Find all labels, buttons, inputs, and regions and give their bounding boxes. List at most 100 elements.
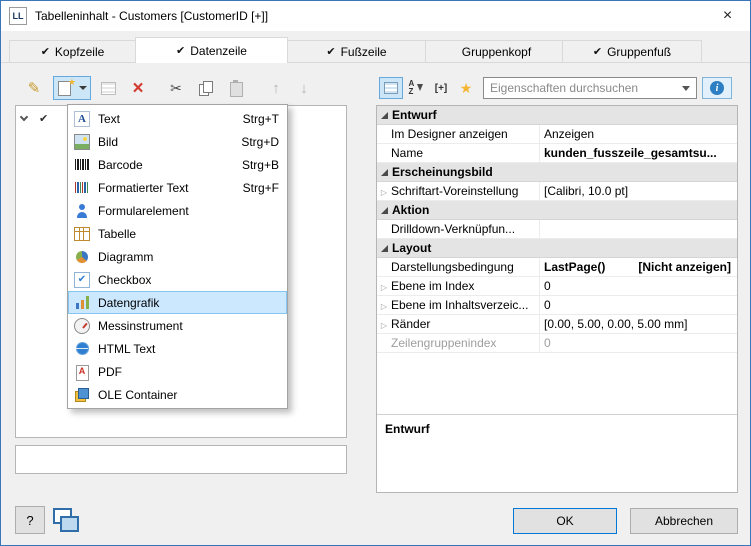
property-row-im-designer-anzeigen[interactable]: Im Designer anzeigen Anzeigen bbox=[377, 125, 737, 144]
dropdown-caret-icon[interactable] bbox=[682, 86, 690, 91]
menu-item-html-text[interactable]: HTML Text bbox=[68, 337, 287, 360]
tab-label: Kopfzeile bbox=[55, 45, 104, 59]
arrow-down-icon bbox=[300, 80, 308, 97]
category-label: Aktion bbox=[392, 203, 429, 217]
info-button[interactable] bbox=[702, 77, 732, 99]
property-value[interactable]: kunden_fusszeile_gesamtsu... bbox=[540, 144, 737, 162]
ok-button[interactable]: OK bbox=[513, 508, 617, 534]
property-value[interactable]: [0.00, 5.00, 0.00, 5.00 mm] bbox=[540, 315, 737, 333]
expand-arrow-icon[interactable] bbox=[377, 317, 391, 331]
expression-brackets-icon bbox=[435, 83, 448, 94]
view-categorized-button[interactable] bbox=[379, 77, 403, 99]
scissors-icon bbox=[170, 80, 182, 97]
tab-kopfzeile[interactable]: ✔ Kopfzeile bbox=[9, 40, 136, 62]
property-row-name[interactable]: Name kunden_fusszeile_gesamtsu... bbox=[377, 144, 737, 163]
data-graphic-icon bbox=[74, 295, 90, 311]
delete-x-icon bbox=[132, 79, 143, 98]
categorized-list-icon bbox=[384, 82, 398, 94]
help-button[interactable]: ? bbox=[15, 506, 45, 534]
delete-button[interactable] bbox=[125, 76, 151, 100]
property-value[interactable]: 0 bbox=[540, 296, 737, 314]
checkmark-icon: ✔ bbox=[176, 44, 185, 57]
property-row-drilldown-verknuepfung[interactable]: Drilldown-Verknüpfun... bbox=[377, 220, 737, 239]
property-search bbox=[483, 77, 697, 99]
property-row-ebene-im-index[interactable]: Ebene im Index 0 bbox=[377, 277, 737, 296]
sort-az-button[interactable] bbox=[404, 77, 428, 99]
expression-button[interactable] bbox=[429, 77, 453, 99]
menu-item-barcode[interactable]: Barcode Strg+B bbox=[68, 153, 287, 176]
formatted-text-icon bbox=[74, 180, 90, 196]
app-logo-icon: LL bbox=[9, 7, 27, 25]
cancel-button[interactable]: Abbrechen bbox=[630, 508, 738, 534]
menu-item-datengrafik[interactable]: Datengrafik bbox=[68, 291, 287, 314]
category-label: Layout bbox=[392, 241, 431, 255]
property-name: Ebene im Index bbox=[377, 277, 540, 295]
category-collapse-icon bbox=[381, 207, 388, 214]
property-row-schriftart-voreinstellung[interactable]: Schriftart-Voreinstellung [Calibri, 10.0… bbox=[377, 182, 737, 201]
window-layers-icon[interactable] bbox=[53, 508, 79, 532]
edit-contents-button[interactable] bbox=[95, 76, 121, 100]
checkmark-icon: ✔ bbox=[41, 45, 50, 58]
line-checkmark-icon[interactable] bbox=[39, 111, 48, 125]
property-category-layout[interactable]: Layout bbox=[377, 239, 737, 258]
title-bar: LL Tabelleninhalt - Customers [CustomerI… bbox=[1, 1, 750, 31]
menu-item-ole-container[interactable]: OLE Container bbox=[68, 383, 287, 406]
ole-container-icon bbox=[74, 387, 90, 403]
menu-item-tabelle[interactable]: Tabelle bbox=[68, 222, 287, 245]
star-icon bbox=[460, 80, 473, 97]
expand-arrow-icon[interactable] bbox=[377, 279, 391, 293]
tab-fusszeile[interactable]: ✔ Fußzeile bbox=[287, 40, 426, 62]
move-down-button[interactable] bbox=[291, 76, 317, 100]
property-name: Name bbox=[377, 144, 540, 162]
property-value[interactable]: [Calibri, 10.0 pt] bbox=[540, 182, 737, 200]
menu-item-pdf[interactable]: PDF bbox=[68, 360, 287, 383]
property-row-darstellungsbedingung[interactable]: Darstellungsbedingung LastPage()[Nicht a… bbox=[377, 258, 737, 277]
property-name: Darstellungsbedingung bbox=[377, 258, 540, 276]
search-input[interactable] bbox=[484, 78, 696, 98]
menu-item-messinstrument[interactable]: Messinstrument bbox=[68, 314, 287, 337]
menu-item-text[interactable]: Text Strg+T bbox=[68, 107, 287, 130]
insert-object-button[interactable] bbox=[53, 76, 91, 100]
expander-chevron-icon[interactable] bbox=[20, 112, 28, 120]
property-value[interactable]: 0 bbox=[540, 277, 737, 295]
description-title: Entwurf bbox=[385, 422, 430, 436]
tab-gruppenfuss[interactable]: ✔ Gruppenfuß bbox=[562, 40, 702, 62]
property-row-raender[interactable]: Ränder [0.00, 5.00, 0.00, 5.00 mm] bbox=[377, 315, 737, 334]
new-object-icon bbox=[57, 80, 75, 96]
copy-button[interactable] bbox=[193, 76, 219, 100]
row-toolbar bbox=[21, 75, 317, 101]
menu-item-formatierter-text[interactable]: Formatierter Text Strg+F bbox=[68, 176, 287, 199]
paste-button[interactable] bbox=[223, 76, 249, 100]
menu-item-diagramm[interactable]: Diagramm bbox=[68, 245, 287, 268]
tab-label: Datenzeile bbox=[190, 44, 247, 58]
window-title: Tabelleninhalt - Customers [CustomerID [… bbox=[35, 9, 268, 23]
menu-item-formularelement[interactable]: Formularelement bbox=[68, 199, 287, 222]
expand-arrow-icon[interactable] bbox=[377, 298, 391, 312]
edit-wand-button[interactable] bbox=[21, 76, 47, 100]
category-collapse-icon bbox=[381, 245, 388, 252]
property-value[interactable]: LastPage()[Nicht anzeigen] bbox=[540, 258, 737, 276]
property-toolbar bbox=[379, 77, 732, 99]
empty-line-box[interactable] bbox=[15, 445, 347, 474]
expand-arrow-icon[interactable] bbox=[377, 184, 391, 198]
property-row-ebene-im-inhaltsverzeichnis[interactable]: Ebene im Inhaltsverzeic... 0 bbox=[377, 296, 737, 315]
tab-gruppenkopf[interactable]: Gruppenkopf bbox=[425, 40, 563, 62]
cut-button[interactable] bbox=[163, 76, 189, 100]
move-up-button[interactable] bbox=[263, 76, 289, 100]
info-icon bbox=[710, 81, 724, 95]
category-label: Entwurf bbox=[392, 108, 437, 122]
tab-datenzeile[interactable]: ✔ Datenzeile bbox=[135, 37, 288, 63]
favorites-button[interactable] bbox=[454, 77, 478, 99]
property-category-aktion[interactable]: Aktion bbox=[377, 201, 737, 220]
close-button[interactable]: × bbox=[705, 1, 750, 31]
menu-item-checkbox[interactable]: Checkbox bbox=[68, 268, 287, 291]
property-name: Ränder bbox=[377, 315, 540, 333]
property-row-zeilengruppenindex[interactable]: Zeilengruppenindex 0 bbox=[377, 334, 737, 353]
property-name: Zeilengruppenindex bbox=[377, 334, 540, 352]
menu-item-bild[interactable]: Bild Strg+D bbox=[68, 130, 287, 153]
property-category-entwurf[interactable]: Entwurf bbox=[377, 106, 737, 125]
property-category-erscheinungsbild[interactable]: Erscheinungsbild bbox=[377, 163, 737, 182]
property-value[interactable]: Anzeigen bbox=[540, 125, 737, 143]
property-value[interactable] bbox=[540, 220, 737, 238]
checkmark-icon: ✔ bbox=[593, 45, 602, 58]
